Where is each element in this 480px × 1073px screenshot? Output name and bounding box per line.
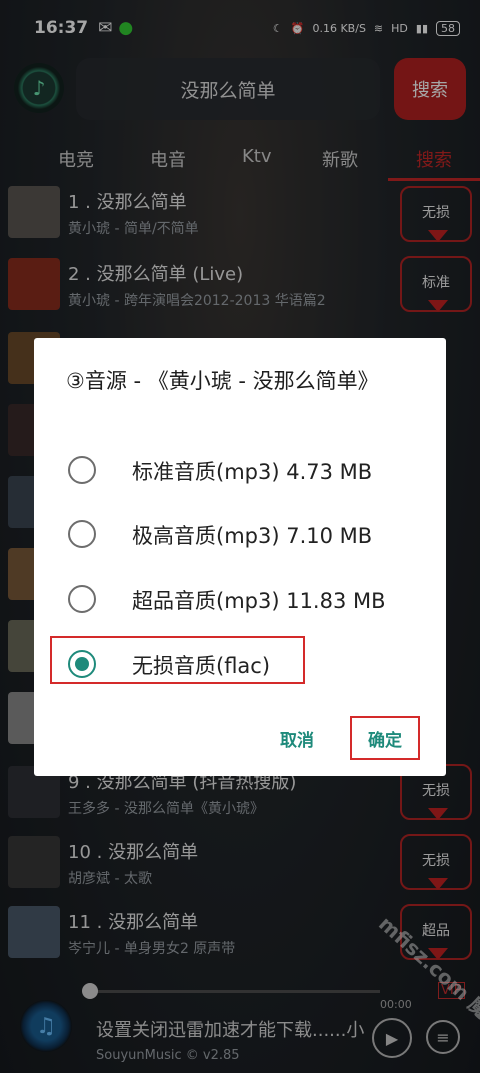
option-label: 极高音质(mp3) 7.10 MB	[132, 524, 373, 548]
option-label: 标准音质(mp3) 4.73 MB	[132, 460, 373, 484]
option-label: 超品音质(mp3) 11.83 MB	[132, 589, 386, 613]
radio-button[interactable]	[68, 456, 96, 484]
highlight-box	[50, 636, 305, 684]
dialog-title: ③音源 - 《黄小琥 - 没那么简单》	[66, 369, 379, 393]
quality-dialog: ③音源 - 《黄小琥 - 没那么简单》 标准音质(mp3) 4.73 MB 极高…	[34, 338, 446, 776]
quality-option[interactable]: 超品音质(mp3) 11.83 MB	[34, 571, 446, 623]
quality-option[interactable]: 极高音质(mp3) 7.10 MB	[34, 506, 446, 558]
radio-button[interactable]	[68, 520, 96, 548]
quality-option[interactable]: 标准音质(mp3) 4.73 MB	[34, 442, 446, 494]
confirm-button[interactable]: 确定	[368, 726, 402, 751]
cancel-button[interactable]: 取消	[280, 726, 314, 751]
radio-button[interactable]	[68, 585, 96, 613]
